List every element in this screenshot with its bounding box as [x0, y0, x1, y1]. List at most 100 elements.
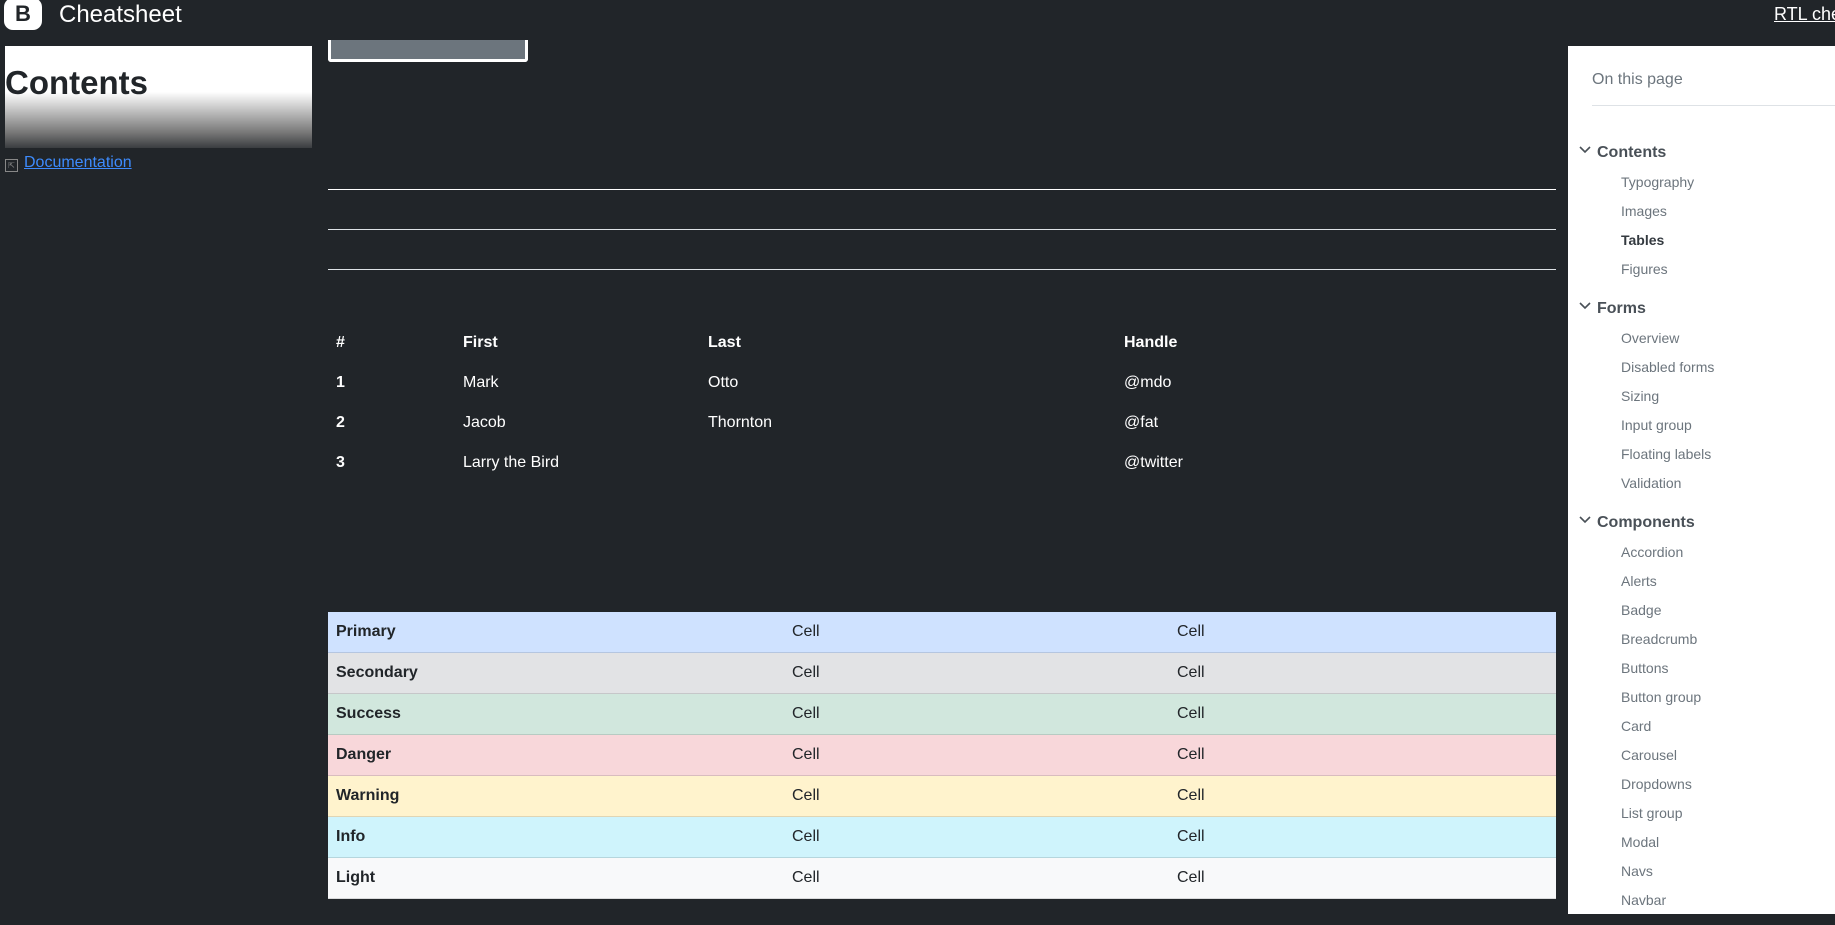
table-cell: @fat — [1124, 414, 1159, 431]
row-label: Primary — [328, 612, 784, 653]
toc-group-toggle[interactable]: Components — [1568, 508, 1835, 538]
table-cell: Cell — [1169, 734, 1556, 776]
contents-header-box: Contents — [5, 46, 312, 148]
toc-link[interactable]: Input group — [1568, 411, 1835, 440]
table-row: 3 Larry the Bird @twitter — [328, 443, 1556, 483]
toc-link[interactable]: Carousel — [1568, 741, 1835, 770]
row-label: Info — [328, 816, 784, 858]
table-cell: Jacob — [463, 414, 506, 431]
table-cell: Cell — [1169, 612, 1556, 653]
brand-name[interactable]: Cheatsheet — [59, 1, 182, 29]
table-row-info: Info Cell Cell — [328, 816, 1556, 858]
table-cell: Cell — [1169, 693, 1556, 735]
toc-link[interactable]: Card — [1568, 712, 1835, 741]
table-cell: Mark — [463, 374, 499, 391]
toc-link[interactable]: Button group — [1568, 683, 1835, 712]
row-label: Warning — [328, 775, 784, 817]
contents-title: Contents — [5, 64, 148, 101]
toc-link[interactable]: Navs — [1568, 857, 1835, 886]
toc-link[interactable]: Buttons — [1568, 654, 1835, 683]
toc-link[interactable]: Figures — [1568, 255, 1835, 284]
table-row: 2 Jacob Thornton @fat — [328, 403, 1556, 443]
table-row: 1 Mark Otto @mdo — [328, 363, 1556, 403]
documentation-link-row: ⇱ Documentation — [5, 154, 132, 172]
toc-group-label: Contents — [1597, 144, 1667, 161]
divider — [1592, 105, 1835, 106]
table-cell: Cell — [784, 693, 1169, 735]
column-header: First — [463, 334, 498, 351]
table-cell: Thornton — [708, 414, 773, 431]
toc-link[interactable]: Validation — [1568, 469, 1835, 498]
toc-group-label: Components — [1597, 514, 1695, 531]
table-cell: @twitter — [1124, 454, 1183, 471]
toc-link[interactable]: Breadcrumb — [1568, 625, 1835, 654]
toc-group-toggle[interactable]: Forms — [1568, 294, 1835, 324]
table-row-warning: Warning Cell Cell — [328, 775, 1556, 817]
toc-link[interactable]: Tables — [1568, 226, 1835, 255]
row-number: 1 — [336, 374, 345, 391]
table-cell: Larry the Bird — [463, 454, 560, 471]
column-header: Handle — [1124, 334, 1178, 351]
table-cell: Cell — [1169, 857, 1556, 899]
toc-title: On this page — [1592, 71, 1683, 88]
toc-group-toggle[interactable]: Contents — [1568, 138, 1835, 168]
toc-link[interactable]: Modal — [1568, 828, 1835, 857]
toc-link[interactable]: Floating labels — [1568, 440, 1835, 469]
toc-link[interactable]: Navbar — [1568, 886, 1835, 915]
table-row-primary: Primary Cell Cell — [328, 612, 1556, 653]
documentation-link[interactable]: Documentation — [24, 154, 132, 171]
table-row — [328, 150, 1556, 190]
external-link-icon: ⇱ — [5, 159, 18, 172]
toc-group-components: Components Accordion Alerts Badge Breadcrumb… — [1568, 508, 1835, 915]
table-cell: Cell — [1169, 652, 1556, 694]
toc-link[interactable]: Disabled forms — [1568, 353, 1835, 382]
button-example[interactable] — [328, 40, 528, 62]
table-header-row: # First Last Handle — [328, 323, 1556, 363]
table-cell: Otto — [708, 374, 739, 391]
toc-link[interactable]: Overview — [1568, 324, 1835, 353]
toc-group-forms: Forms Overview Disabled forms Sizing Input g… — [1568, 294, 1835, 498]
toc-list: Contents Typography Images Tables Figures For… — [1568, 138, 1835, 925]
rtl-cheatsheet-link[interactable]: RTL chea — [1774, 4, 1835, 25]
toc-link[interactable]: Images — [1568, 197, 1835, 226]
chevron-down-icon — [1579, 146, 1591, 154]
toc-link[interactable]: Alerts — [1568, 567, 1835, 596]
toc-link[interactable]: Badge — [1568, 596, 1835, 625]
toc-link[interactable]: Typography — [1568, 168, 1835, 197]
table-cell: Cell — [784, 775, 1169, 817]
table-cell: Cell — [784, 612, 1169, 653]
row-number: 2 — [336, 414, 345, 431]
table-row-danger: Danger Cell Cell — [328, 734, 1556, 776]
table-row — [328, 190, 1556, 230]
toc-link[interactable]: Dropdowns — [1568, 770, 1835, 799]
contextual-color-table: Primary Cell Cell Secondary Cell Cell Success C… — [328, 612, 1556, 899]
row-label: Success — [328, 693, 784, 735]
row-label: Light — [328, 857, 784, 899]
table-cell: Cell — [784, 816, 1169, 858]
table-row-light: Light Cell Cell — [328, 857, 1556, 899]
dark-table: # First Last Handle 1 Mark Otto @mdo 2 J… — [328, 323, 1556, 483]
column-header: # — [336, 334, 345, 351]
chevron-down-icon — [1579, 302, 1591, 310]
plain-table — [328, 150, 1556, 270]
row-number: 3 — [336, 454, 345, 471]
table-cell: Cell — [1169, 816, 1556, 858]
table-cell: Cell — [784, 734, 1169, 776]
row-label: Secondary — [328, 652, 784, 694]
row-label: Danger — [328, 734, 784, 776]
chevron-down-icon — [1579, 516, 1591, 524]
table-row-secondary: Secondary Cell Cell — [328, 652, 1556, 694]
on-this-page-toc: On this page Contents Typography Images Tab… — [1568, 46, 1835, 914]
top-navbar: B Cheatsheet RTL chea — [0, 0, 1835, 34]
toc-group-label: Forms — [1597, 300, 1646, 317]
table-row — [328, 230, 1556, 270]
toc-link[interactable]: Accordion — [1568, 538, 1835, 567]
toc-link[interactable]: Sizing — [1568, 382, 1835, 411]
table-cell: Cell — [784, 857, 1169, 899]
toc-link[interactable]: List group — [1568, 799, 1835, 828]
table-cell: @mdo — [1124, 374, 1172, 391]
table-cell: Cell — [1169, 775, 1556, 817]
column-header: Last — [708, 334, 741, 351]
table-row-success: Success Cell Cell — [328, 693, 1556, 735]
bootstrap-logo-icon[interactable]: B — [4, 0, 42, 30]
